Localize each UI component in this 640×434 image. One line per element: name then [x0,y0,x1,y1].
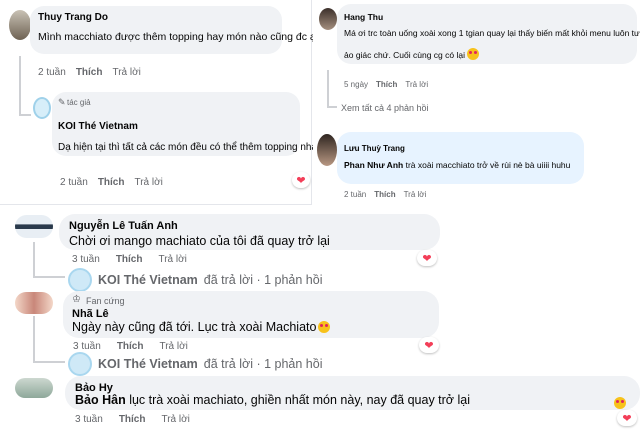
heart-icon: ❤ [422,252,432,265]
like-button[interactable]: Thích [119,414,146,425]
heart-reaction[interactable]: ❤ [617,410,637,426]
comment-text: Phan Như Anh trà xoài macchiato trở về r… [344,160,571,170]
mention-link[interactable]: Phan Như Anh [344,160,403,170]
comment-text: Chời ơi mango machiato của tôi đã quay t… [69,234,330,248]
comment-time[interactable]: 2 tuần [38,67,66,78]
comment-time[interactable]: 2 tuần [60,177,88,188]
pen-icon: ✎ [58,97,66,107]
thread-line [33,316,35,362]
comment-actions: 2 tuần Thích Trả lời [38,67,141,78]
fan-badge: Fan cứng [86,296,125,306]
comment-actions: 5 ngày Thích Trả lời [344,80,428,89]
commenter-name[interactable]: Nguyễn Lê Tuấn Anh [69,220,178,232]
thread-elbow [19,114,31,116]
thread-elbow [327,106,337,108]
heart-reaction[interactable]: ❤ [417,250,437,266]
replies-summary-link[interactable]: KOI Thé Vietnam đã trả lời · 1 phản hồi [68,268,322,292]
thread-elbow [33,276,65,278]
avatar[interactable] [319,8,337,30]
comment-time[interactable]: 3 tuần [73,341,101,352]
avatar[interactable] [317,134,337,166]
like-button[interactable]: Thích [116,254,143,265]
comment-text: Dạ hiện tại thì tất cả các món đều có th… [58,140,340,153]
commenter-name[interactable]: Lưu Thuỳ Trang [344,144,405,153]
comment-time[interactable]: 2 tuần [344,190,366,199]
like-button[interactable]: Thích [76,67,103,78]
koi-avatar [68,352,92,376]
comment-bubble-highlighted [337,132,584,184]
comment-actions: 2 tuần Thích Trả lời [60,177,163,188]
reply-button[interactable]: Trả lời [159,341,187,352]
fan-badge-icon: ♔ [72,294,81,305]
reply-button[interactable]: Trả lời [158,254,186,265]
emoji-icon [466,48,479,60]
comment-actions: 3 tuần Thích Trả lời [73,341,188,352]
avatar[interactable] [9,10,31,40]
comment-time[interactable]: 3 tuần [72,254,100,265]
comment-text: Má ơi trc toàn uống xoài xong 1 tgian qu… [344,28,640,38]
commenter-name[interactable]: Nhã Lê [72,308,109,320]
like-button[interactable]: Thích [376,80,397,89]
reply-author[interactable]: KOI Thé Vietnam [98,357,198,371]
comment-text: Mình macchiato được thêm topping hay món… [38,31,322,43]
thread-line [19,56,21,116]
reply-button[interactable]: Trả lời [405,80,428,89]
like-button[interactable]: Thích [98,177,125,188]
view-all-replies-link[interactable]: Xem tất cả 4 phản hồi [341,103,429,113]
top-right-panel: Hang Thu Má ơi trc toàn uống xoài xong 1… [313,0,640,205]
like-button[interactable]: Thích [374,190,395,199]
heart-reaction[interactable]: ❤ [292,172,310,188]
reply-author[interactable]: KOI Thé Vietnam [98,273,198,287]
koi-avatar [68,268,92,292]
emoji-icon [614,397,626,409]
heart-icon: ❤ [296,174,306,187]
comment-text: Bảo Hân lục trà xoài machiato, ghiền nhấ… [75,393,470,407]
reply-button[interactable]: Trả lời [134,177,162,188]
thread-line [33,242,35,277]
comment-time[interactable]: 3 tuần [75,414,103,425]
reply-count[interactable]: đã trả lời · 1 phản hồi [204,357,323,371]
heart-reaction[interactable]: ❤ [419,337,439,353]
mention-link[interactable]: Bảo Hân [75,393,126,407]
top-left-panel: Thuy Trang Do Mình macchiato được thêm t… [0,0,340,205]
like-button[interactable]: Thích [117,341,144,352]
comment-actions: 3 tuần Thích Trả lời [72,254,187,265]
comment-text: ảo giác chứ. Cuối cùng cg có lại [344,48,479,60]
heart-icon: ❤ [424,339,434,352]
commenter-name[interactable]: Hang Thu [344,12,383,22]
emoji-icon [318,321,331,333]
avatar[interactable] [15,378,53,398]
comment-text: Ngày này cũng đã tới. Lục trà xoài Machi… [72,320,331,334]
avatar[interactable] [15,215,53,238]
reply-count[interactable]: đã trả lời · 1 phản hồi [204,273,323,287]
heart-icon: ❤ [622,412,632,425]
replies-summary-link[interactable]: KOI Thé Vietnam đã trả lời · 1 phản hồi [68,352,322,376]
koi-avatar[interactable] [33,97,51,119]
comment-actions: 2 tuần Thích Trả lời [344,190,426,199]
reply-button[interactable]: Trả lời [404,190,427,199]
thread-line [327,70,329,108]
avatar[interactable] [15,292,53,314]
author-badge: tác giả [67,98,91,107]
reply-button[interactable]: Trả lời [112,67,140,78]
comment-actions: 3 tuần Thích Trả lời [75,414,190,425]
commenter-name[interactable]: KOI Thé Vietnam [58,121,138,132]
reply-button[interactable]: Trả lời [161,414,189,425]
commenter-name[interactable]: Thuy Trang Do [38,12,108,23]
thread-elbow [33,361,65,363]
comment-time[interactable]: 5 ngày [344,80,368,89]
